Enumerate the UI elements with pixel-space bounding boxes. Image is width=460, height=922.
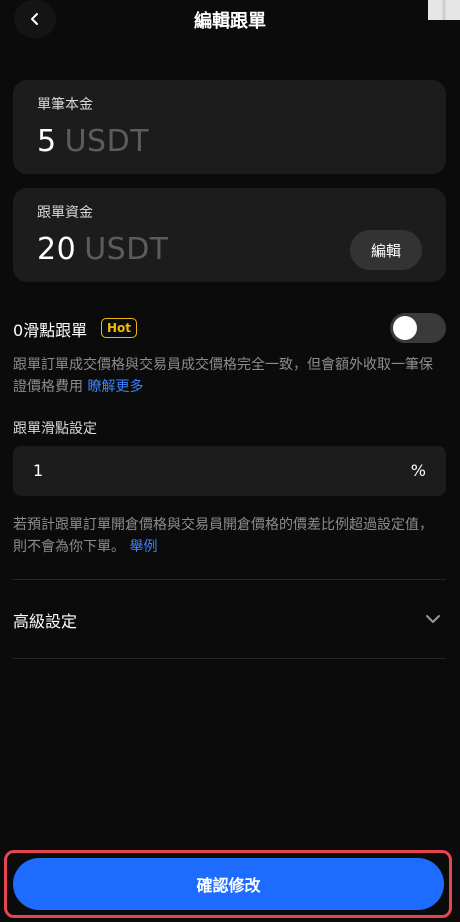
zero-slippage-description-text: 跟單訂單成交價格與交易員成交價格完全一致，但會額外收取一筆保證價格費用 [13, 357, 433, 395]
single-amount-unit: USDT [64, 124, 150, 159]
page-title: 編輯跟單 [194, 11, 266, 32]
edit-funds-button[interactable]: 編輯 [350, 230, 422, 270]
hot-badge: Hot [101, 318, 138, 338]
advanced-settings-title: 高級設定 [13, 612, 78, 631]
advanced-settings-row[interactable]: 高級設定 [13, 598, 446, 642]
toggle-knob [393, 316, 417, 340]
slippage-input[interactable]: 1 % [13, 446, 446, 496]
confirm-button[interactable]: 確認修改 [13, 858, 444, 910]
copy-funds-value: 20 USDT [37, 232, 169, 267]
single-amount-label: 單筆本金 [37, 97, 93, 113]
zero-slippage-description: 跟單訂單成交價格與交易員成交價格完全一致，但會額外收取一筆保證價格費用 瞭解更多 [13, 354, 443, 398]
copy-funds-unit: USDT [84, 232, 169, 267]
percent-unit: % [410, 461, 426, 480]
chevron-down-icon [426, 615, 440, 623]
status-thumbnail [428, 0, 460, 20]
zero-slippage-toggle[interactable] [390, 313, 446, 343]
zero-slippage-title: 0滑點跟單 [13, 321, 88, 340]
single-amount-value: 5 USDT [37, 124, 149, 159]
single-amount-card: 單筆本金 5 USDT [13, 80, 446, 174]
copy-funds-number: 20 [37, 232, 77, 267]
slippage-input-value: 1 [33, 461, 44, 480]
divider-bottom [13, 658, 446, 659]
slippage-setting-note-text: 若預計跟單訂單開倉價格與交易員開倉價格的價差比例超過設定值，則不會為你下單。 [13, 517, 433, 555]
copy-funds-card: 跟單資金 20 USDT 編輯 [13, 188, 446, 282]
top-bar: 編輯跟單 [0, 0, 460, 40]
zero-slippage-row: 0滑點跟單 Hot [13, 313, 446, 344]
single-amount-number: 5 [37, 124, 57, 159]
slippage-setting-label: 跟單滑點設定 [13, 421, 97, 437]
copy-funds-label: 跟單資金 [37, 205, 93, 221]
slippage-setting-note: 若預計跟單訂單開倉價格與交易員開倉價格的價差比例超過設定值，則不會為你下單。 舉… [13, 514, 443, 558]
example-link[interactable]: 舉例 [129, 539, 157, 555]
learn-more-link[interactable]: 瞭解更多 [87, 379, 143, 395]
divider-top [13, 579, 446, 580]
